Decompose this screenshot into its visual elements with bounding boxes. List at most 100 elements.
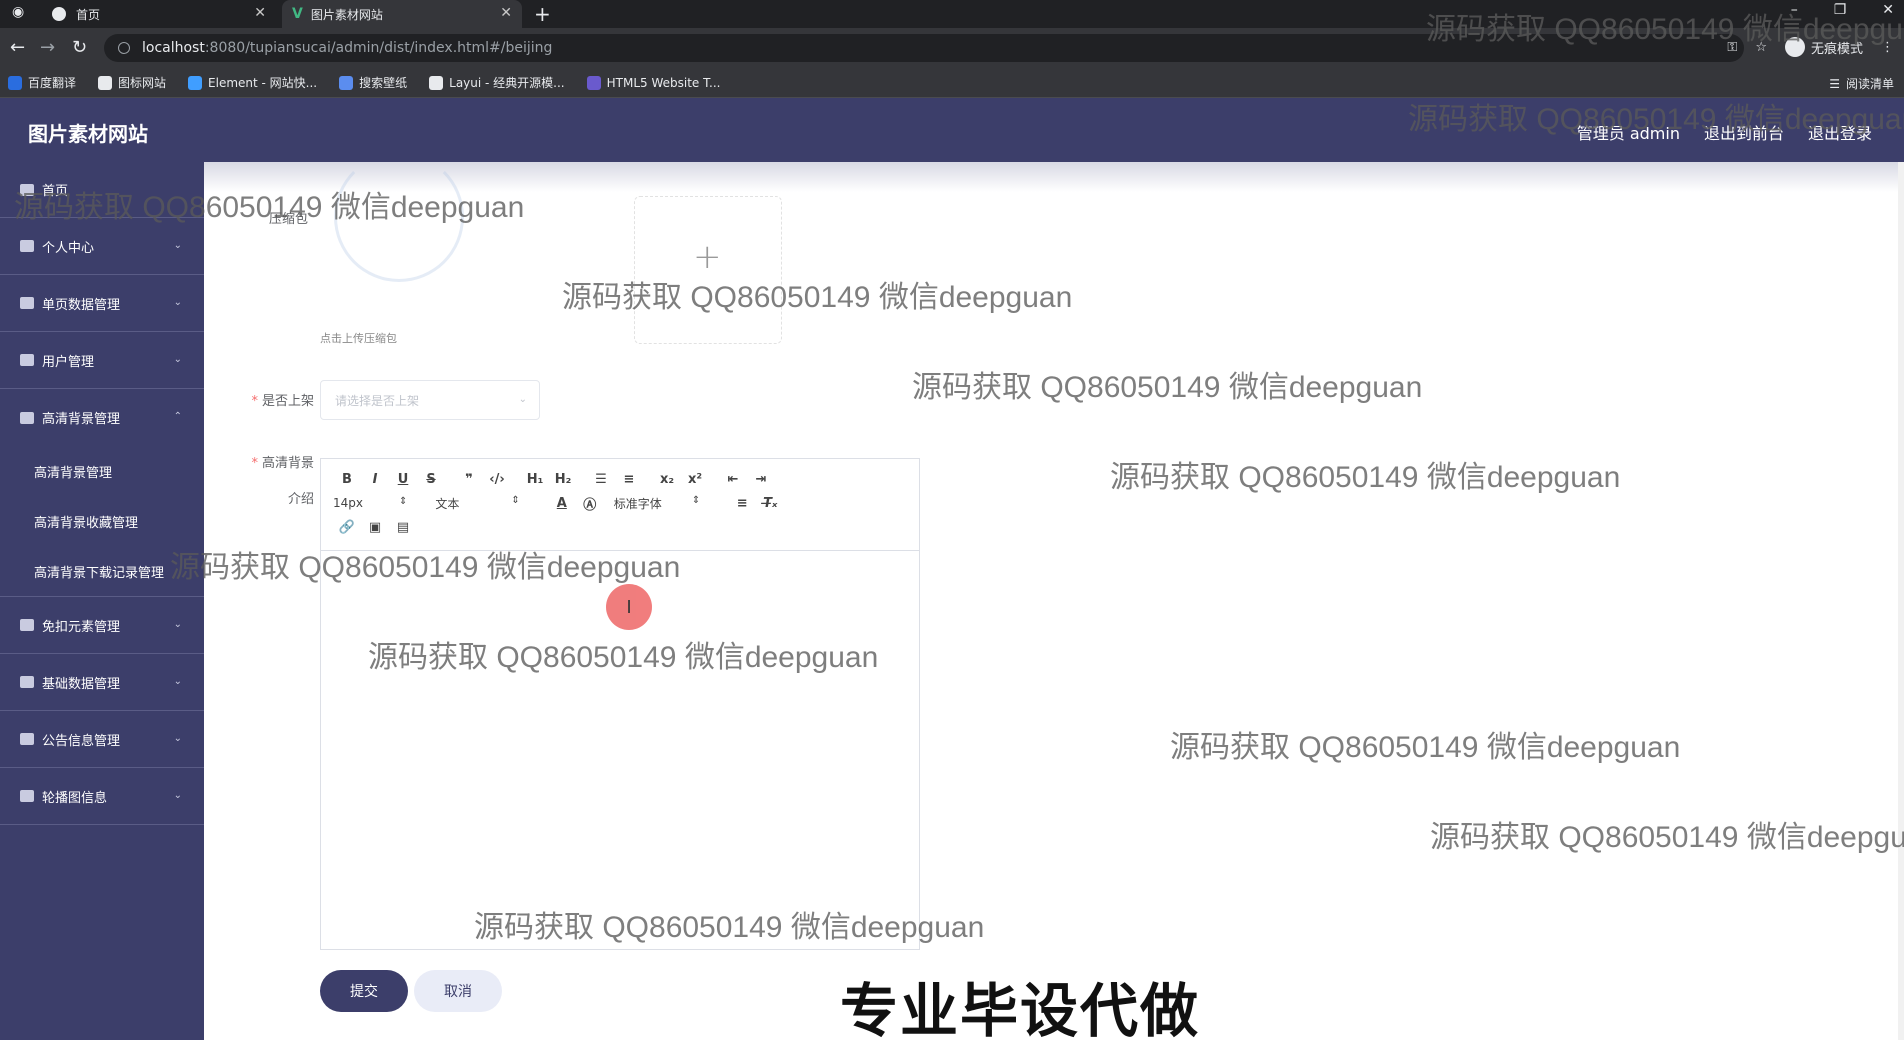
submenu-item[interactable]: 高清背景收藏管理 bbox=[0, 496, 204, 546]
info-icon[interactable] bbox=[118, 42, 130, 54]
intro-label-line1: 高清背景 bbox=[261, 456, 314, 471]
sidebar-item-label: 公告信息管理 bbox=[42, 733, 121, 749]
reload-icon[interactable]: ↻ bbox=[72, 37, 87, 58]
outdent-icon[interactable]: ⇤ bbox=[719, 472, 747, 487]
sidebar-item-label: 基础数据管理 bbox=[42, 676, 121, 692]
required-mark: * bbox=[251, 394, 258, 409]
forward-icon[interactable]: → bbox=[40, 37, 55, 58]
layui-logo-icon bbox=[429, 75, 444, 90]
sidebar-item-hd-backgrounds[interactable]: 高清背景管理 ⌃ bbox=[0, 389, 204, 446]
required-mark: * bbox=[251, 456, 258, 471]
bookmark-label: 搜索壁纸 bbox=[359, 76, 408, 90]
watermark-text: 源码获取 QQ86050149 微信deepguan bbox=[474, 911, 985, 944]
clear-format-icon[interactable]: T̶ₓ bbox=[756, 496, 784, 511]
submit-button[interactable]: 提交 bbox=[320, 970, 408, 1012]
chevron-down-icon: ⌄ bbox=[173, 297, 182, 308]
sidebar-item-users[interactable]: 用户管理 ⌄ bbox=[0, 332, 204, 389]
app-brand: 图片素材网站 bbox=[28, 122, 148, 146]
superscript-icon[interactable]: x² bbox=[681, 472, 709, 487]
bookmark-item[interactable]: HTML5 Website T... bbox=[586, 75, 721, 90]
bookmark-item[interactable]: 搜索壁纸 bbox=[339, 74, 407, 91]
sidebar-item-label: 轮播图信息 bbox=[42, 790, 108, 806]
sidebar-item-carousel[interactable]: 轮播图信息 ⌄ bbox=[0, 768, 204, 825]
bookmark-label: Layui - 经典开源模... bbox=[449, 76, 565, 90]
bookmark-label: HTML5 Website T... bbox=[606, 75, 721, 90]
font-size-picker[interactable]: 14px ⇕ bbox=[333, 496, 407, 510]
url-host: localhost bbox=[142, 40, 205, 56]
blockquote-icon[interactable]: ❞ bbox=[455, 472, 483, 487]
heading2-icon[interactable]: H₂ bbox=[549, 472, 577, 487]
updown-icon: ⇕ bbox=[399, 496, 408, 507]
code-block-icon[interactable]: ‹/› bbox=[483, 472, 511, 487]
ordered-list-icon[interactable]: ☰ bbox=[587, 472, 615, 487]
toolbar-row: B I U S ❞ ‹/› H₁ H₂ ☰ ≡ x₂ x² ⇤ ⇥ bbox=[333, 467, 907, 491]
bookmark-label: 图标网站 bbox=[118, 76, 167, 90]
back-icon[interactable]: ← bbox=[10, 37, 25, 58]
heading1-icon[interactable]: H₁ bbox=[521, 472, 549, 487]
upload-dropzone[interactable]: + bbox=[634, 196, 782, 344]
shelf-label-text: 是否上架 bbox=[261, 394, 314, 409]
bookmark-item[interactable]: Element - 网站快... bbox=[188, 74, 317, 91]
shelf-select-placeholder: 请选择是否上架 bbox=[335, 393, 420, 408]
watermark-text: 源码获取 QQ86050149 微信deepguan bbox=[1170, 731, 1681, 764]
browser-tab-active[interactable]: V 图片素材网站 ✕ bbox=[282, 0, 522, 28]
background-color-icon[interactable]: Ⓐ bbox=[576, 494, 604, 513]
font-size-value: 14px bbox=[333, 496, 363, 510]
link-icon[interactable]: 🔗 bbox=[333, 520, 361, 535]
chevron-down-icon: ⌄ bbox=[173, 354, 182, 365]
header-picker[interactable]: 文本 ⇕ bbox=[435, 495, 519, 512]
plus-icon: + bbox=[693, 237, 722, 277]
indent-icon[interactable]: ⇥ bbox=[747, 472, 775, 487]
italic-icon[interactable]: I bbox=[361, 472, 389, 487]
watermark-text: 源码获取 QQ86050149 微信deepguan bbox=[14, 191, 525, 224]
bookmark-item[interactable]: Layui - 经典开源模... bbox=[429, 74, 565, 91]
chevron-down-icon: ⌄ bbox=[173, 676, 182, 687]
url-path: :8080/tupiansucai/admin/dist/index.html#… bbox=[204, 40, 553, 56]
browser-tab-home[interactable]: 首页 ✕ bbox=[44, 0, 276, 28]
watermark-text: 源码获取 QQ86050149 微信deepguan bbox=[912, 371, 1423, 404]
bookmark-item[interactable]: 百度翻译 bbox=[8, 74, 76, 91]
clock-icon bbox=[20, 354, 34, 366]
underline-icon[interactable]: U bbox=[389, 472, 417, 487]
font-color-icon[interactable]: A bbox=[548, 496, 576, 511]
sidebar-item-notices[interactable]: 公告信息管理 ⌄ bbox=[0, 711, 204, 768]
reading-list[interactable]: ☰ 阅读清单 bbox=[1829, 75, 1894, 92]
new-tab-icon[interactable]: + bbox=[534, 2, 551, 26]
click-cursor-icon: I bbox=[606, 584, 652, 630]
sidebar-item-elements[interactable]: 免扣元素管理 ⌄ bbox=[0, 597, 204, 654]
sidebar-item-profile[interactable]: 个人中心 ⌄ bbox=[0, 218, 204, 275]
watermark-text: 源码获取 QQ86050149 微信deepguan bbox=[1110, 461, 1621, 494]
submenu-item[interactable]: 高清背景管理 bbox=[0, 446, 204, 496]
sidebar-item-label: 免扣元素管理 bbox=[42, 619, 121, 635]
font-family-picker[interactable]: 标准字体 ⇕ bbox=[614, 495, 700, 512]
html5-icon bbox=[586, 75, 601, 90]
reading-list-icon: ☰ bbox=[1829, 76, 1840, 91]
sidebar-item-base-data[interactable]: 基础数据管理 ⌄ bbox=[0, 654, 204, 711]
chevron-down-icon: ⌄ bbox=[173, 240, 182, 251]
shelf-select[interactable]: 请选择是否上架 ⌄ bbox=[320, 380, 540, 420]
bookmark-label: 百度翻译 bbox=[28, 76, 77, 90]
bookmark-item[interactable]: 图标网站 bbox=[98, 74, 166, 91]
cancel-button[interactable]: 取消 bbox=[414, 970, 502, 1012]
bookmark-label: Element - 网站快... bbox=[208, 76, 318, 90]
tab-title: 首页 bbox=[76, 7, 101, 22]
bullet-list-icon[interactable]: ≡ bbox=[615, 472, 643, 487]
message-icon bbox=[20, 733, 34, 745]
image-icon[interactable]: ▣ bbox=[361, 520, 389, 535]
close-tab-icon[interactable]: ✕ bbox=[500, 5, 512, 21]
wallpaper-icon bbox=[339, 75, 354, 90]
browser-menu-icon[interactable]: ◉ bbox=[12, 4, 24, 20]
strikethrough-icon[interactable]: S bbox=[417, 472, 445, 487]
user-icon bbox=[20, 240, 34, 252]
close-tab-icon[interactable]: ✕ bbox=[254, 5, 266, 21]
sidebar-item-single-page[interactable]: 单页数据管理 ⌄ bbox=[0, 275, 204, 332]
align-icon[interactable]: ≡ bbox=[728, 496, 756, 511]
rich-text-editor: B I U S ❞ ‹/› H₁ H₂ ☰ ≡ x₂ x² ⇤ ⇥ 14px ⇕… bbox=[320, 458, 920, 950]
watermark-text: 源码获取 QQ86050149 微信deepguan bbox=[368, 641, 879, 674]
chevron-up-icon: ⌃ bbox=[173, 411, 182, 422]
scrollbar[interactable] bbox=[1898, 162, 1904, 1040]
bold-icon[interactable]: B bbox=[333, 472, 361, 487]
video-caption: 专业毕设代做 bbox=[840, 977, 1201, 1045]
subscript-icon[interactable]: x₂ bbox=[653, 472, 681, 487]
video-icon[interactable]: ▤ bbox=[389, 520, 417, 535]
